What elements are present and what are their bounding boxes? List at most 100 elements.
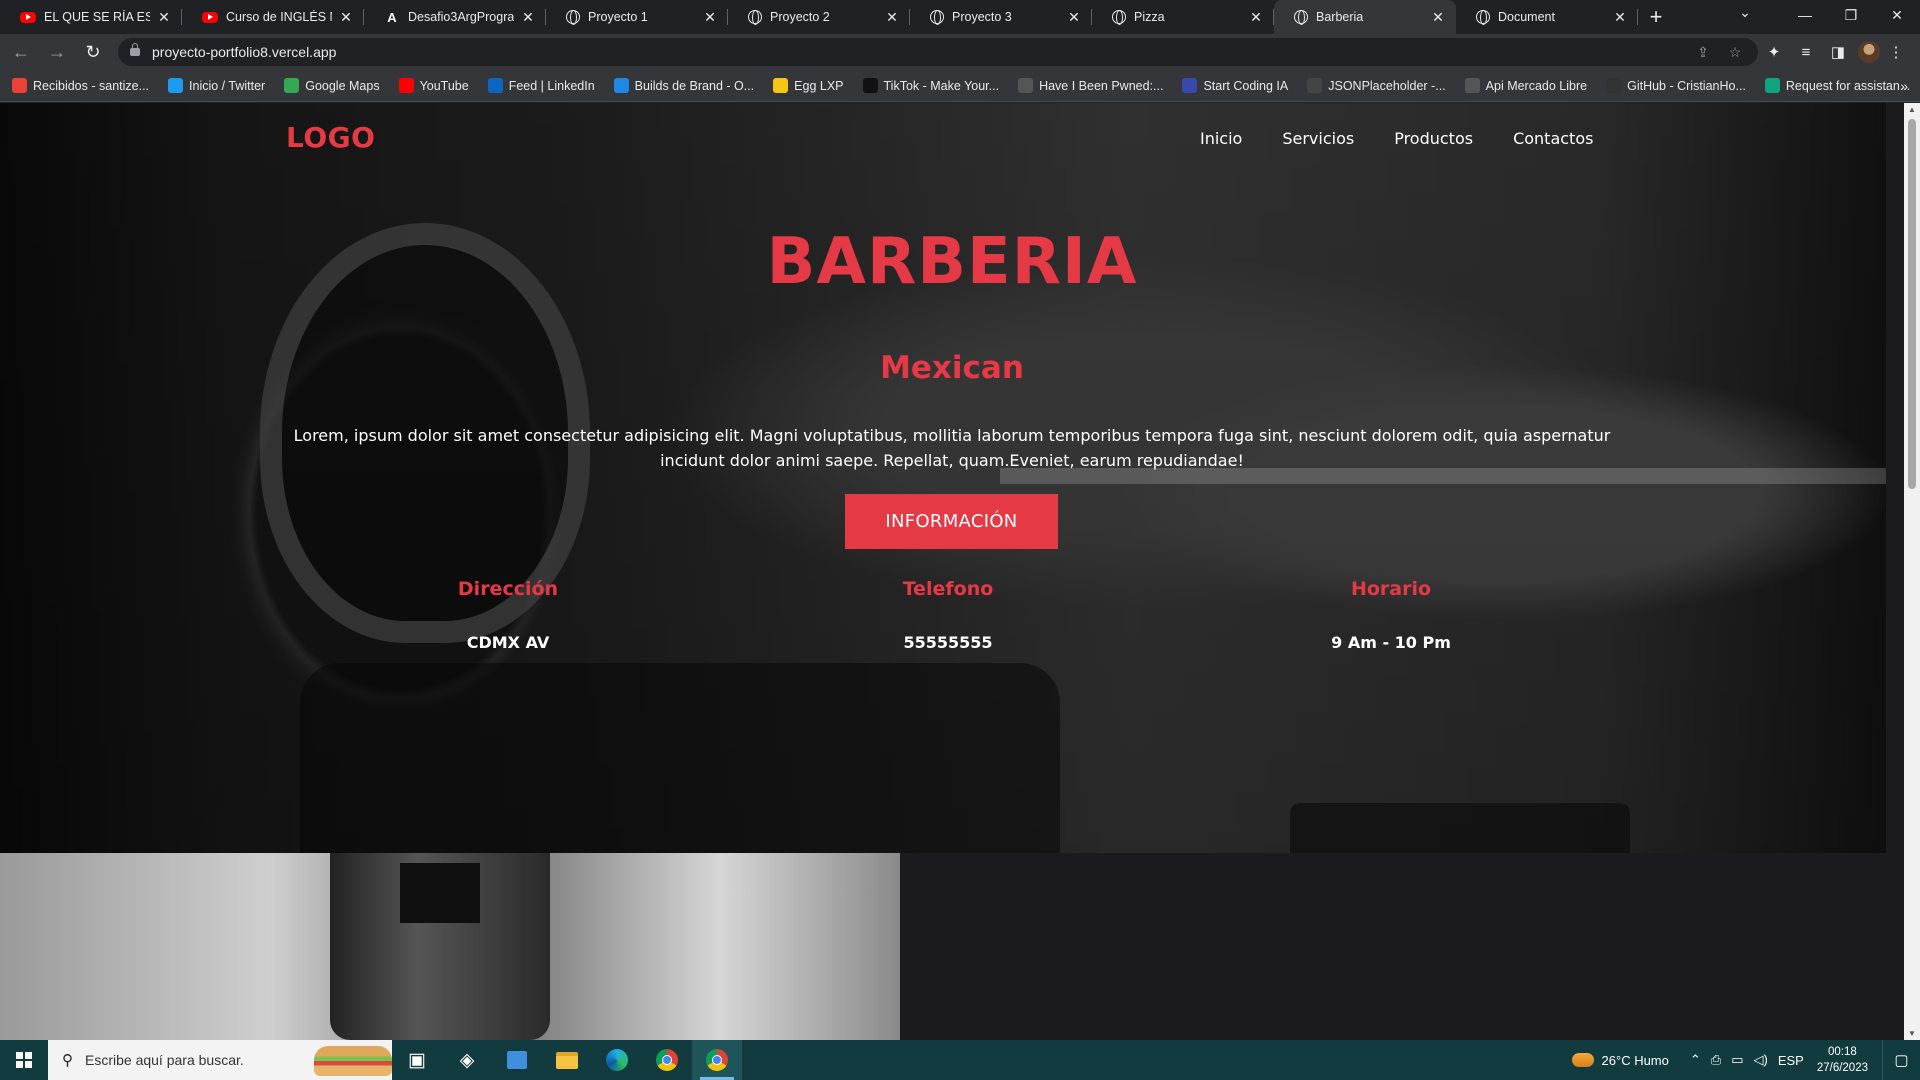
new-tab-button[interactable]: + (1638, 0, 1674, 34)
tab[interactable]: Proyecto 1 ✕ (546, 0, 728, 34)
weather-text[interactable]: 26°C Humo (1602, 1053, 1669, 1068)
media-queue-icon[interactable]: ≡ (1790, 44, 1822, 61)
nav-contactos[interactable]: Contactos (1513, 129, 1593, 148)
bookmark-item[interactable]: Inicio / Twitter (168, 78, 265, 93)
minimize-button[interactable]: — (1782, 0, 1828, 30)
close-tab-icon[interactable]: ✕ (1430, 9, 1446, 26)
tab[interactable]: Document ✕ (1456, 0, 1638, 34)
bookmark-label: Api Mercado Libre (1485, 78, 1588, 93)
globe-icon (1112, 10, 1126, 25)
tab-title: Pizza (1134, 10, 1165, 24)
scrollbar-thumb[interactable] (1908, 119, 1916, 489)
profile-avatar[interactable] (1858, 41, 1880, 63)
globe-icon (1294, 10, 1308, 25)
edge-icon[interactable] (592, 1040, 642, 1080)
search-highlight-image[interactable] (314, 1046, 392, 1076)
page-scrollbar[interactable]: ▲ ▼ (1904, 103, 1920, 1040)
side-panel-icon[interactable]: ◨ (1822, 43, 1854, 61)
bookmark-item[interactable]: Egg LXP (773, 78, 844, 93)
taskbar-search[interactable]: ⚲ Escribe aquí para buscar. (48, 1040, 392, 1080)
tab[interactable]: Pizza ✕ (1092, 0, 1274, 34)
bookmark-item[interactable]: Start Coding IA (1182, 78, 1288, 93)
tab[interactable]: Proyecto 3 ✕ (910, 0, 1092, 34)
nav-productos[interactable]: Productos (1394, 129, 1473, 148)
window-controls: — ❐ ✕ (1782, 0, 1920, 30)
back-button[interactable]: ← (6, 37, 36, 67)
network-icon[interactable]: ▭ (1731, 1052, 1743, 1068)
scroll-down-icon[interactable]: ▼ (1904, 1029, 1920, 1038)
bookmark-item[interactable]: Have I Been Pwned:... (1018, 78, 1163, 93)
bookmark-item[interactable]: TikTok - Make Your... (862, 78, 999, 93)
start-button[interactable] (0, 1040, 48, 1080)
volume-icon[interactable]: ◁) (1753, 1052, 1767, 1068)
tab-active[interactable]: Barberia ✕ (1274, 0, 1456, 34)
close-tab-icon[interactable]: ✕ (1066, 9, 1082, 26)
restore-button[interactable]: ❐ (1828, 0, 1874, 30)
url-text[interactable]: proyecto-portfolio8.vercel.app (152, 44, 1682, 60)
tab[interactable]: EL QUE SE RÍA ES RAC ✕ (0, 0, 182, 34)
tab-strip: EL QUE SE RÍA ES RAC ✕ Curso de INGLÉS Ni… (0, 0, 1920, 34)
tab[interactable]: Proyecto 2 ✕ (728, 0, 910, 34)
bookmark-label: Have I Been Pwned:... (1039, 78, 1164, 93)
bookmark-item[interactable]: Recibidos - santize... (12, 78, 149, 93)
menu-icon[interactable]: ⋮ (1880, 43, 1912, 61)
tiktok-icon (862, 78, 878, 93)
bookmark-item[interactable]: GitHub - CristianHo... (1606, 78, 1746, 93)
close-window-button[interactable]: ✕ (1874, 0, 1920, 30)
tab-search-icon[interactable]: ⌄ (1730, 4, 1760, 21)
egg-icon (773, 78, 789, 93)
close-tab-icon[interactable]: ✕ (520, 9, 536, 26)
json-icon (1307, 78, 1323, 93)
clock[interactable]: 00:18 27/6/2023 (1817, 1044, 1868, 1076)
info-value: 9 Am - 10 Pm (1331, 633, 1451, 652)
youtube-icon (202, 11, 218, 23)
bookmark-item[interactable]: JSONPlaceholder -... (1307, 78, 1446, 93)
weather-icon[interactable] (1571, 1053, 1594, 1067)
site-logo[interactable]: LOGO (286, 121, 375, 154)
bookmark-item[interactable]: Feed | LinkedIn (487, 78, 595, 93)
tab[interactable]: Curso de INGLÉS Nive ✕ (182, 0, 364, 34)
lock-icon[interactable] (130, 43, 140, 56)
close-tab-icon[interactable]: ✕ (156, 9, 172, 26)
tab[interactable]: A Desafio3ArgProgramac ✕ (364, 0, 546, 34)
hero-description: Lorem, ipsum dolor sit amet consectetur … (293, 426, 1611, 470)
chrome-active-icon[interactable] (692, 1040, 742, 1080)
reload-button[interactable]: ↻ (78, 37, 108, 67)
forward-button[interactable]: → (42, 37, 72, 67)
scroll-up-icon[interactable]: ▲ (1904, 105, 1920, 114)
nav-servicios[interactable]: Servicios (1282, 129, 1354, 148)
bookmark-star-icon[interactable]: ☆ (1724, 44, 1746, 61)
main-nav: Inicio Servicios Productos Contactos (1200, 129, 1593, 148)
tray-chevron-icon[interactable]: ⌃ (1690, 1052, 1701, 1068)
bookmark-label: YouTube (419, 78, 469, 93)
extensions-icon[interactable]: ✦ (1758, 43, 1790, 61)
more-bookmarks-icon[interactable]: » (1900, 78, 1908, 94)
close-tab-icon[interactable]: ✕ (702, 9, 718, 26)
language-indicator[interactable]: ESP (1778, 1053, 1804, 1068)
chatgpt-icon (1764, 78, 1780, 93)
nav-inicio[interactable]: Inicio (1200, 129, 1242, 148)
meet-now-icon[interactable]: ⎙ (1711, 1052, 1721, 1068)
close-tab-icon[interactable]: ✕ (1248, 9, 1264, 26)
globe-icon (1464, 78, 1480, 93)
share-icon[interactable]: ⇪ (1692, 44, 1714, 61)
bookmark-item[interactable]: Api Mercado Libre (1464, 78, 1588, 93)
file-explorer-icon[interactable] (542, 1040, 592, 1080)
bookmark-item[interactable]: Google Maps (284, 78, 380, 93)
bookmark-item[interactable]: Request for assistan... (1764, 78, 1910, 93)
close-tab-icon[interactable]: ✕ (1612, 9, 1628, 26)
address-bar[interactable]: proyecto-portfolio8.vercel.app ⇪ ☆ (118, 38, 1758, 66)
bookmark-item[interactable]: Builds de Brand - O... (613, 78, 754, 93)
close-tab-icon[interactable]: ✕ (338, 9, 354, 26)
bookmark-item[interactable]: YouTube (398, 78, 469, 93)
twitter-icon (168, 78, 184, 93)
informacion-button[interactable]: INFORMACIÓN (845, 494, 1058, 549)
clock-time: 00:18 (1828, 1046, 1857, 1058)
tab-title: Proyecto 2 (770, 10, 830, 24)
chrome-icon[interactable] (642, 1040, 692, 1080)
copilot-icon[interactable]: ◈ (442, 1040, 492, 1080)
notifications-icon[interactable]: ▢ (1882, 1040, 1920, 1080)
close-tab-icon[interactable]: ✕ (884, 9, 900, 26)
store-icon[interactable] (492, 1040, 542, 1080)
task-view-icon[interactable]: ▣ (392, 1040, 442, 1080)
